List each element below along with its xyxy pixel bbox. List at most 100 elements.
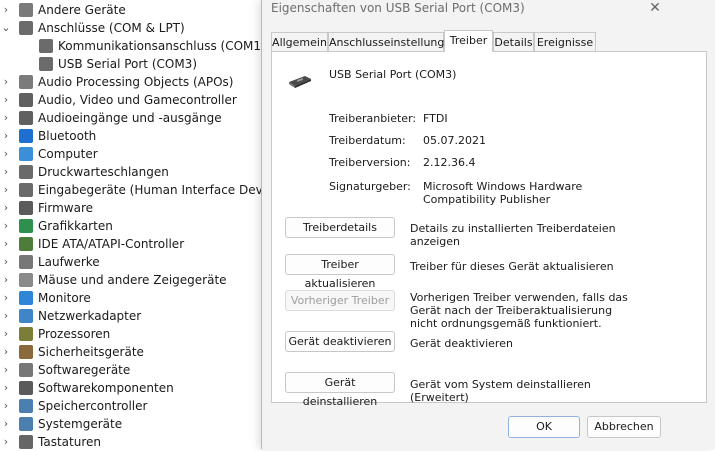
tree-item-label: Firmware	[38, 201, 93, 215]
software-component-icon	[19, 381, 33, 395]
chevron-right-icon[interactable]: ›	[1, 235, 11, 253]
tree-item-label: Eingabegeräte (Human Interface Devices)	[38, 183, 291, 197]
computer-icon	[19, 147, 33, 161]
tab-details[interactable]: Details	[493, 32, 534, 51]
tree-item-label: Laufwerke	[38, 255, 100, 269]
bluetooth-icon	[19, 129, 33, 143]
tree-item-label: Audioeingänge und -ausgänge	[38, 111, 222, 125]
tree-category-item[interactable]: › Eingabegeräte (Human Interface Devices)	[0, 181, 291, 199]
display-adapter-icon	[19, 219, 33, 233]
chevron-right-icon[interactable]: ›	[1, 433, 11, 451]
tree-item-label: Monitore	[38, 291, 91, 305]
chevron-right-icon[interactable]: ›	[1, 325, 11, 343]
dialog-title: Eigenschaften von USB Serial Port (COM3)	[271, 1, 525, 15]
chevron-right-icon[interactable]: ›	[1, 199, 11, 217]
tree-category-item[interactable]: › Systemgeräte	[0, 415, 262, 433]
speaker-icon	[19, 111, 33, 125]
tree-child-item[interactable]: Kommunikationsanschluss (COM1)	[0, 37, 266, 55]
chevron-right-icon[interactable]: ›	[1, 1, 11, 19]
tree-category-item[interactable]: ⌄ Anschlüsse (COM & LPT)	[0, 19, 262, 37]
tree-category-item[interactable]: › Prozessoren	[0, 325, 262, 343]
tree-category-item[interactable]: › Mäuse und andere Zeigegeräte	[0, 271, 262, 289]
other-devices-icon	[19, 3, 33, 17]
close-icon[interactable]: ✕	[645, 0, 665, 18]
chevron-down-icon[interactable]: ⌄	[1, 19, 11, 37]
storage-icon	[19, 399, 33, 413]
chevron-right-icon[interactable]: ›	[1, 73, 11, 91]
cancel-button[interactable]: Abbrechen	[587, 416, 661, 438]
chevron-right-icon[interactable]: ›	[1, 253, 11, 271]
tree-category-item[interactable]: › Monitore	[0, 289, 262, 307]
chevron-right-icon[interactable]: ›	[1, 379, 11, 397]
driver-details-button[interactable]: Treiberdetails	[285, 217, 395, 238]
chevron-right-icon[interactable]: ›	[1, 271, 11, 289]
chevron-right-icon[interactable]: ›	[1, 397, 11, 415]
tree-item-label: Andere Geräte	[38, 3, 126, 17]
tree-item-label: Mäuse und andere Zeigegeräte	[38, 273, 227, 287]
chevron-right-icon[interactable]: ›	[1, 415, 11, 433]
chevron-right-icon[interactable]: ›	[1, 343, 11, 361]
tree-category-item[interactable]: › Audio, Video und Gamecontroller	[0, 91, 262, 109]
tab-ereignisse[interactable]: Ereignisse	[534, 32, 596, 51]
device-name: USB Serial Port (COM3)	[329, 68, 457, 81]
disable-device-button[interactable]: Gerät deaktivieren	[285, 331, 395, 352]
tab-allgemein[interactable]: Allgemein	[271, 32, 328, 51]
tree-category-item[interactable]: › Tastaturen	[0, 433, 262, 451]
tree-category-item[interactable]: › Computer	[0, 145, 262, 163]
tree-item-label: Druckwarteschlangen	[38, 165, 169, 179]
tree-category-item[interactable]: › Audio Processing Objects (APOs)	[0, 73, 262, 91]
chevron-right-icon[interactable]: ›	[1, 217, 11, 235]
chevron-right-icon[interactable]: ›	[1, 289, 11, 307]
tree-category-item[interactable]: › Speichercontroller	[0, 397, 262, 415]
tree-category-item[interactable]: › Softwarekomponenten	[0, 379, 262, 397]
uninstall-device-description: Gerät vom System deinstallieren (Erweite…	[410, 378, 591, 404]
chevron-right-icon[interactable]: ›	[1, 163, 11, 181]
driver-date-label: Treiberdatum:	[329, 134, 406, 147]
chevron-right-icon[interactable]: ›	[1, 91, 11, 109]
port-icon	[39, 57, 53, 71]
title-bar[interactable]: Eigenschaften von USB Serial Port (COM3)…	[262, 0, 715, 28]
tree-category-item[interactable]: › Firmware	[0, 199, 262, 217]
chevron-right-icon[interactable]: ›	[1, 181, 11, 199]
tree-item-label: Softwarekomponenten	[38, 381, 174, 395]
mouse-icon	[19, 273, 33, 287]
tree-item-label: Audio, Video und Gamecontroller	[38, 93, 237, 107]
tree-category-item[interactable]: › IDE ATA/ATAPI-Controller	[0, 235, 262, 253]
chevron-right-icon[interactable]: ›	[1, 361, 11, 379]
tree-item-label: Anschlüsse (COM & LPT)	[38, 21, 185, 35]
properties-dialog: Eigenschaften von USB Serial Port (COM3)…	[261, 0, 715, 449]
tree-category-item[interactable]: › Laufwerke	[0, 253, 262, 271]
tree-item-label: Tastaturen	[38, 435, 101, 449]
tab-anschlusseinstellungen[interactable]: Anschlusseinstellungen	[328, 32, 458, 51]
port-icon	[19, 21, 33, 35]
rollback-driver-button[interactable]: Vorheriger Treiber	[285, 290, 395, 311]
tree-category-item[interactable]: › Netzwerkadapter	[0, 307, 262, 325]
tree-category-item[interactable]: › Andere Geräte	[0, 1, 262, 19]
tree-child-item[interactable]: USB Serial Port (COM3)	[0, 55, 262, 73]
tree-category-item[interactable]: › Softwaregeräte	[0, 361, 262, 379]
update-driver-button[interactable]: Treiber aktualisieren	[285, 254, 395, 290]
tree-category-item[interactable]: › Grafikkarten	[0, 217, 262, 235]
chevron-right-icon[interactable]: ›	[1, 127, 11, 145]
tree-item-label: Prozessoren	[38, 327, 111, 341]
chevron-right-icon[interactable]: ›	[1, 145, 11, 163]
signer-value: Microsoft Windows Hardware Compatibility…	[423, 180, 583, 206]
device-tree: › Andere Geräte ⌄ Anschlüsse (COM & LPT) Kom…	[0, 0, 291, 451]
chevron-right-icon[interactable]: ›	[1, 109, 11, 127]
firmware-icon	[19, 201, 33, 215]
keyboard-icon	[19, 435, 33, 449]
chevron-right-icon[interactable]: ›	[1, 307, 11, 325]
driver-version-label: Treiberversion:	[329, 156, 411, 169]
tab-treiber[interactable]: Treiber	[444, 30, 493, 52]
signer-label: Signaturgeber:	[329, 180, 411, 193]
tree-item-label: Sicherheitsgeräte	[38, 345, 144, 359]
tree-category-item[interactable]: › Bluetooth	[0, 127, 262, 145]
tree-item-label: IDE ATA/ATAPI-Controller	[38, 237, 185, 251]
tree-category-item[interactable]: › Audioeingänge und -ausgänge	[0, 109, 262, 127]
driver-details-description: Details zu installierten Treiberdateien …	[410, 222, 616, 248]
ok-button[interactable]: OK	[508, 416, 580, 438]
tree-category-item[interactable]: › Sicherheitsgeräte	[0, 343, 262, 361]
uninstall-device-button[interactable]: Gerät deinstallieren	[285, 372, 395, 408]
tree-category-item[interactable]: › Druckwarteschlangen	[0, 163, 262, 181]
network-icon	[19, 309, 33, 323]
